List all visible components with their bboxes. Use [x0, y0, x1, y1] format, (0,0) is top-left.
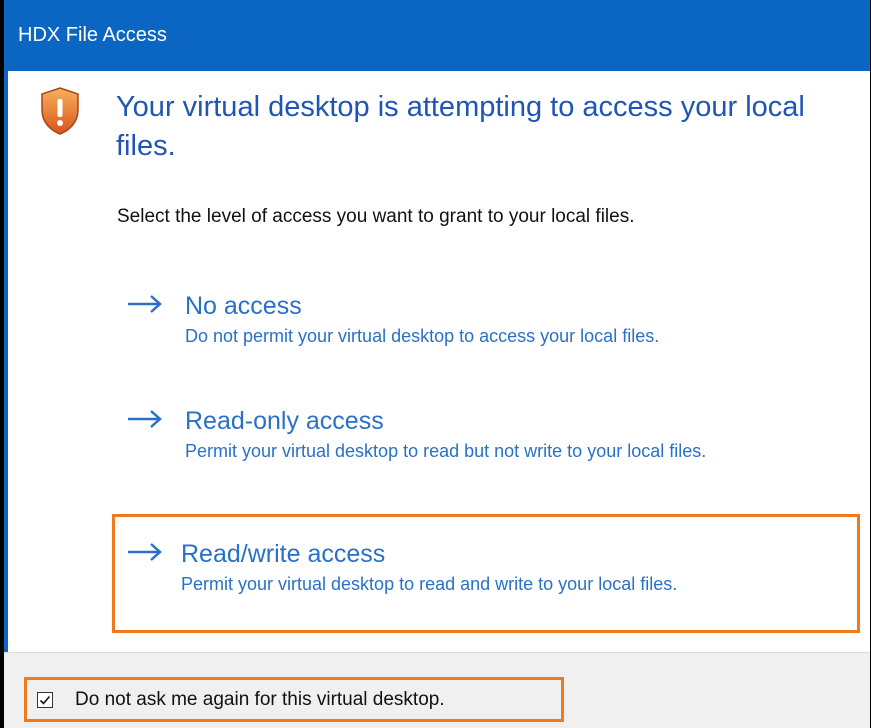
- option-read-write-access[interactable]: Read/write access Permit your virtual de…: [112, 514, 860, 633]
- right-arrow-icon: [128, 295, 162, 313]
- option-title: Read/write access: [181, 540, 386, 568]
- checkmark-icon: [39, 695, 51, 705]
- window-border: [4, 71, 8, 728]
- dialog-heading: Your virtual desktop is attempting to ac…: [116, 91, 805, 162]
- dont-ask-again-label: Do not ask me again for this virtual des…: [75, 688, 445, 710]
- right-arrow-icon: [128, 543, 162, 561]
- checkbox-box[interactable]: [37, 691, 53, 708]
- hdx-file-access-dialog: HDX File Access Your virtual desktop is …: [4, 0, 870, 728]
- option-read-only-access[interactable]: Read-only access Permit your virtual des…: [116, 395, 856, 474]
- dialog-footer: Do not ask me again for this virtual des…: [4, 652, 870, 728]
- option-description: Permit your virtual desktop to read and …: [181, 574, 678, 594]
- warning-shield-icon: [41, 87, 79, 135]
- right-arrow-icon: [128, 410, 162, 428]
- title-bar[interactable]: HDX File Access: [4, 0, 870, 71]
- option-description: Permit your virtual desktop to read but …: [185, 441, 707, 461]
- option-no-access[interactable]: No access Do not permit your virtual des…: [116, 280, 856, 359]
- window-title: HDX File Access: [18, 24, 167, 46]
- option-description: Do not permit your virtual desktop to ac…: [185, 326, 660, 346]
- dont-ask-again-checkbox[interactable]: Do not ask me again for this virtual des…: [24, 677, 564, 722]
- option-title: No access: [185, 292, 302, 320]
- dialog-instruction: Select the level of access you want to g…: [117, 206, 635, 227]
- option-title: Read-only access: [185, 407, 384, 435]
